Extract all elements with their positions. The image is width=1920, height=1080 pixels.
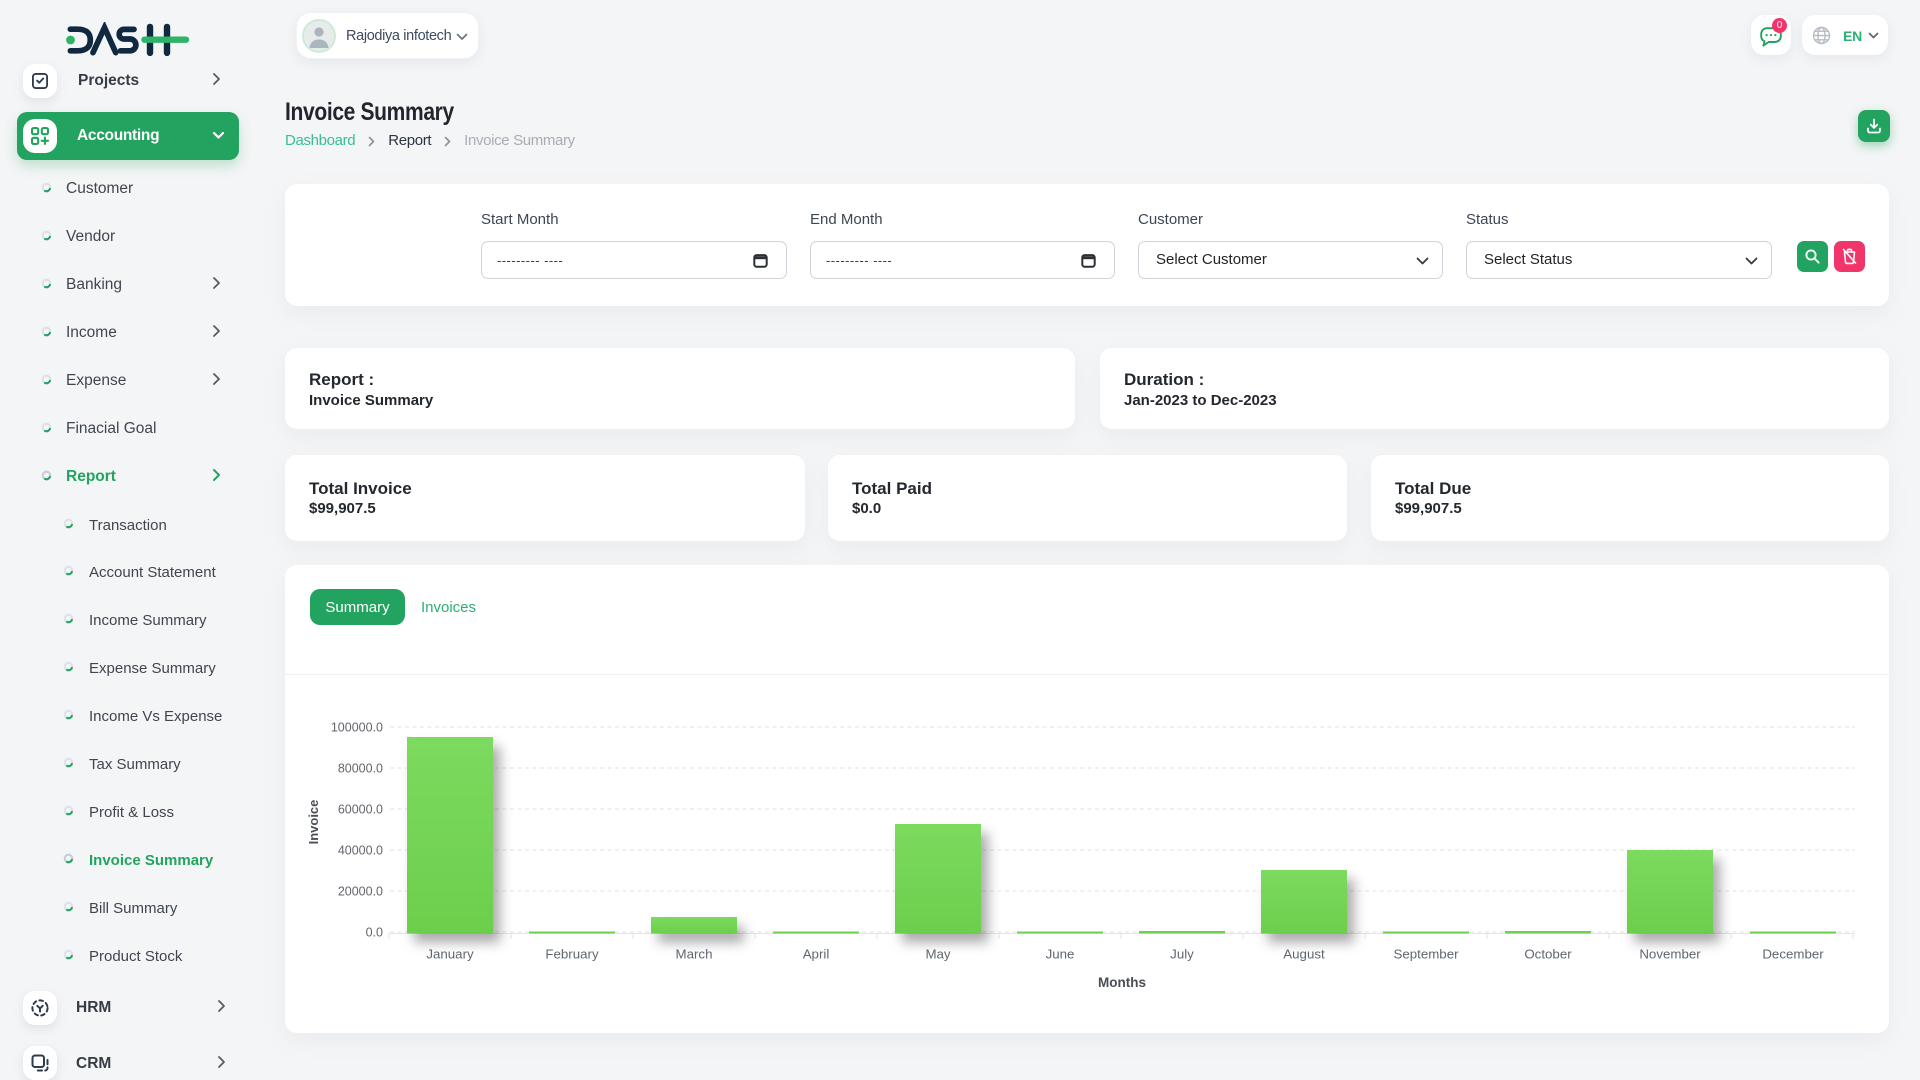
svg-text:February: February xyxy=(545,947,599,962)
svg-text:Invoice: Invoice xyxy=(306,800,321,845)
svg-text:0.0: 0.0 xyxy=(366,926,383,940)
svg-text:20000.0: 20000.0 xyxy=(338,885,383,899)
svg-text:100000.0: 100000.0 xyxy=(331,721,383,735)
svg-text:January: January xyxy=(426,947,474,962)
svg-text:60000.0: 60000.0 xyxy=(338,803,383,817)
svg-text:October: October xyxy=(1524,947,1572,962)
svg-text:80000.0: 80000.0 xyxy=(338,762,383,776)
svg-text:Months: Months xyxy=(1098,975,1146,990)
svg-text:June: June xyxy=(1046,947,1075,962)
svg-text:April: April xyxy=(803,947,830,962)
svg-text:September: September xyxy=(1393,947,1459,962)
svg-text:November: November xyxy=(1639,947,1701,962)
svg-text:July: July xyxy=(1170,947,1194,962)
svg-text:December: December xyxy=(1762,947,1824,962)
svg-text:August: August xyxy=(1283,947,1325,962)
svg-text:40000.0: 40000.0 xyxy=(338,844,383,858)
svg-text:May: May xyxy=(925,947,950,962)
svg-text:March: March xyxy=(676,947,713,962)
